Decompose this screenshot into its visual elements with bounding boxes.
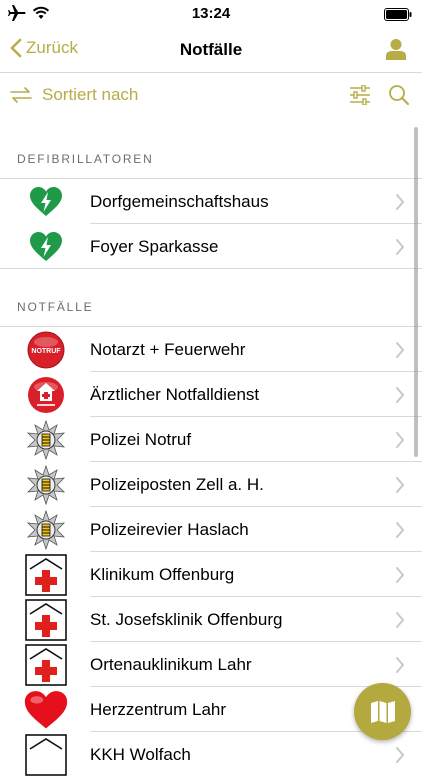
- swap-arrows-icon: [10, 87, 32, 103]
- sort-button[interactable]: Sortiert nach: [10, 85, 138, 105]
- chevron-right-icon: [396, 387, 404, 403]
- filter-sliders-icon[interactable]: [349, 85, 371, 105]
- list-item[interactable]: Polizeirevier Haslach: [0, 507, 422, 552]
- list-item[interactable]: Klinikum Offenburg: [0, 552, 422, 597]
- chevron-right-icon: [396, 612, 404, 628]
- list-item-label: Herzzentrum Lahr: [90, 700, 227, 719]
- chevron-left-icon: [10, 38, 22, 58]
- svg-text:NOTRUF: NOTRUF: [31, 348, 61, 355]
- list-item-label: Polizeiposten Zell a. H.: [90, 475, 264, 494]
- police-star-icon: [23, 417, 69, 462]
- list-item[interactable]: St. Josefsklinik Offenburg: [0, 597, 422, 642]
- list-item-label: Foyer Sparkasse: [90, 237, 219, 256]
- hospital-cross-icon: [23, 642, 69, 687]
- list-item[interactable]: Ärztlicher Notfalldienst: [0, 372, 422, 417]
- chevron-right-icon: [396, 567, 404, 583]
- chevron-right-icon: [396, 239, 404, 255]
- list-item-label: St. Josefsklinik Offenburg: [90, 610, 283, 629]
- map-button[interactable]: [354, 683, 411, 740]
- section-bottom-divider: [0, 268, 422, 269]
- status-bar: 13:24: [0, 0, 422, 28]
- list-item-label: Dorfgemeinschaftshaus: [90, 192, 269, 211]
- hospital-cross-icon: [23, 597, 69, 642]
- list-item[interactable]: Foyer Sparkasse: [0, 224, 422, 269]
- back-label: Zurück: [26, 38, 78, 57]
- defibrillator-heart-icon: [23, 179, 69, 224]
- list-item-label: Ortenauklinikum Lahr: [90, 655, 252, 674]
- police-star-icon: [23, 462, 69, 507]
- map-icon: [370, 700, 395, 723]
- list-item[interactable]: Ortenauklinikum Lahr: [0, 642, 422, 687]
- chevron-right-icon: [396, 194, 404, 210]
- list-item-label: Klinikum Offenburg: [90, 565, 235, 584]
- search-icon[interactable]: [388, 84, 410, 106]
- navigation-bar: Zurück Notfälle: [0, 28, 422, 72]
- list-item-label: KKH Wolfach: [90, 745, 191, 764]
- user-profile-icon[interactable]: [386, 38, 406, 60]
- list-item-label: Ärztlicher Notfalldienst: [90, 385, 260, 404]
- chevron-right-icon: [396, 342, 404, 358]
- list-item-label: Polizeirevier Haslach: [90, 520, 249, 539]
- back-button[interactable]: Zurück: [10, 38, 78, 58]
- chevron-right-icon: [396, 747, 404, 763]
- list-item[interactable]: Polizei Notruf: [0, 417, 422, 462]
- notruf-icon: NOTRUF: [23, 327, 69, 372]
- scrollbar[interactable]: [414, 127, 418, 457]
- section-header-notfaelle: NOTFÄLLE: [17, 300, 94, 314]
- heart-icon: [23, 687, 69, 732]
- sort-label: Sortiert nach: [42, 85, 139, 104]
- defibrillator-heart-icon: [23, 224, 69, 269]
- chevron-right-icon: [396, 477, 404, 493]
- list-item[interactable]: Polizeiposten Zell a. H.: [0, 462, 422, 507]
- status-time: 13:24: [191, 5, 231, 22]
- hospital-cross-icon: [23, 732, 69, 777]
- sort-toolbar: Sortiert nach: [0, 73, 422, 117]
- list-item[interactable]: NOTRUF Notarzt + Feuerwehr: [0, 327, 422, 372]
- notdienst-house-icon: [23, 372, 69, 417]
- chevron-right-icon: [396, 657, 404, 673]
- battery-icon: [384, 8, 412, 21]
- list-item[interactable]: KKH Wolfach: [0, 732, 422, 777]
- chevron-right-icon: [396, 432, 404, 448]
- section-header-defibrillatoren: DEFIBRILLATOREN: [17, 152, 154, 166]
- chevron-right-icon: [396, 522, 404, 538]
- list-item-label: Notarzt + Feuerwehr: [90, 340, 246, 359]
- police-star-icon: [23, 507, 69, 552]
- list-item-label: Polizei Notruf: [90, 430, 192, 449]
- hospital-cross-icon: [23, 552, 69, 597]
- list-item[interactable]: Dorfgemeinschaftshaus: [0, 179, 422, 224]
